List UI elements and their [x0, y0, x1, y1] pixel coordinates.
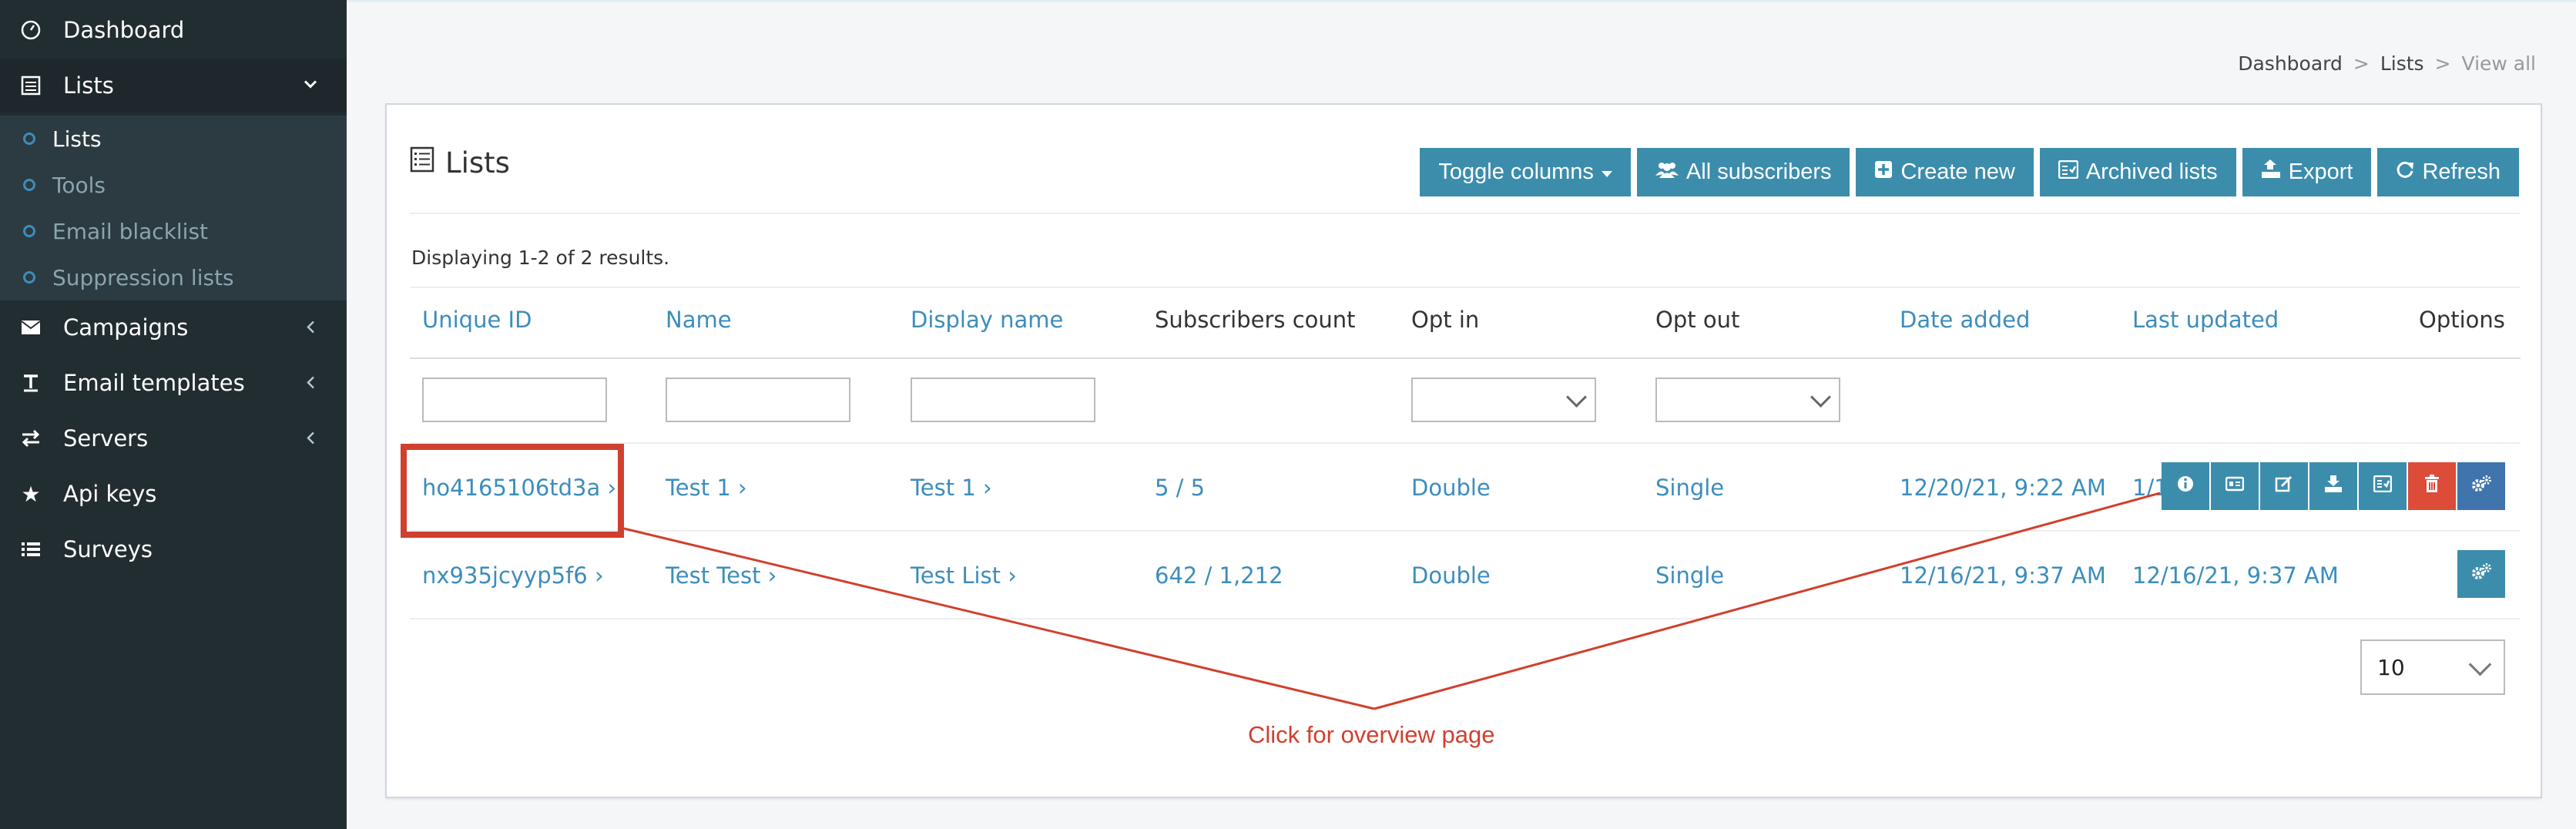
annotation-lines [623, 492, 2161, 710]
annotation-label: Click for overview page [1248, 721, 1495, 748]
